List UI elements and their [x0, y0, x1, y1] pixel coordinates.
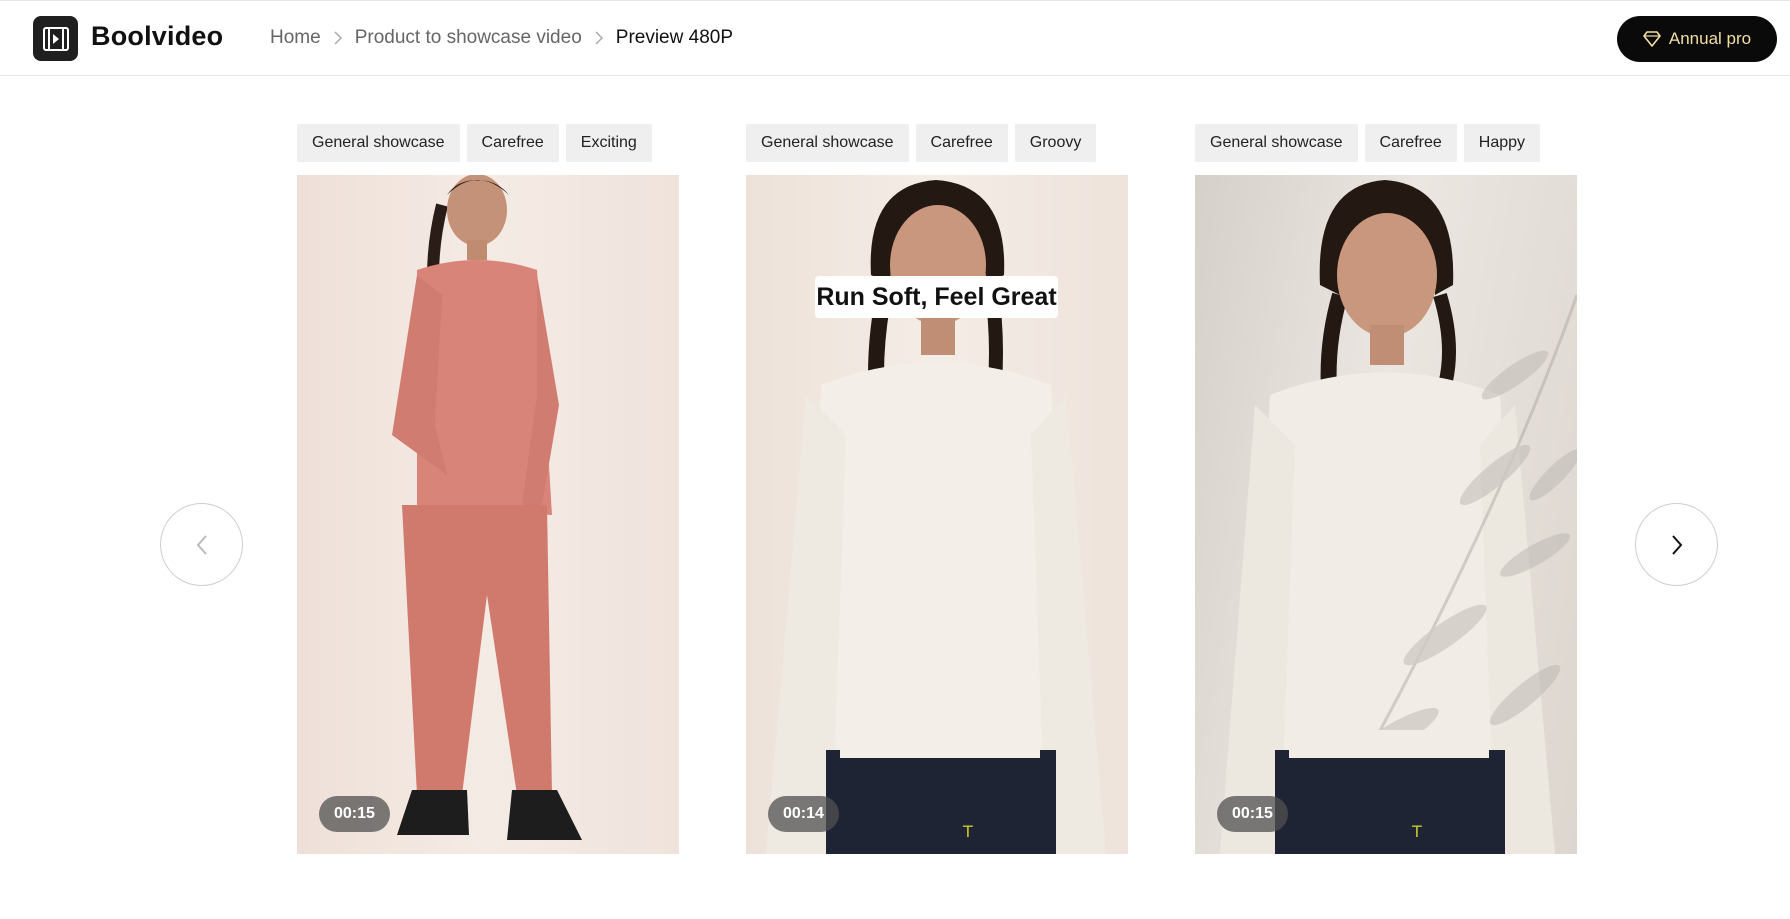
video-caption: Run Soft, Feel Great	[815, 276, 1058, 318]
tag: Carefree	[915, 124, 1008, 162]
model-figure-image: T	[1220, 180, 1577, 854]
tag: General showcase	[1195, 124, 1358, 162]
svg-text:T: T	[962, 822, 973, 841]
chevron-left-icon	[196, 534, 207, 555]
video-frame-icon	[42, 26, 69, 51]
video-preview[interactable]: T Run Soft, Feel Great 00:14	[746, 175, 1128, 854]
breadcrumb-current: Preview 480P	[615, 27, 733, 48]
tag: Carefree	[466, 124, 559, 162]
tag: Happy	[1463, 124, 1541, 162]
next-button[interactable]	[1635, 503, 1718, 586]
chevron-right-icon	[1671, 534, 1682, 555]
model-figure-image	[392, 175, 582, 840]
video-card[interactable]: General showcase Carefree Exciting 00:15	[297, 124, 679, 854]
top-bar: Boolvideo Home Product to showcase video…	[0, 0, 1790, 76]
chevron-right-icon	[594, 31, 604, 45]
tag: General showcase	[746, 124, 909, 162]
tag-list: General showcase Carefree Exciting	[297, 124, 679, 162]
tag: Exciting	[565, 124, 652, 162]
video-preview[interactable]: T 00:15	[1195, 175, 1577, 854]
video-preview[interactable]: 00:15	[297, 175, 679, 854]
duration-badge: 00:15	[1217, 796, 1288, 832]
tag: Carefree	[1364, 124, 1457, 162]
tag-list: General showcase Carefree Groovy	[746, 124, 1128, 162]
logo[interactable]	[33, 16, 78, 61]
tag: Groovy	[1014, 124, 1097, 162]
chevron-right-icon	[333, 31, 343, 45]
breadcrumb-product-to-showcase[interactable]: Product to showcase video	[355, 27, 582, 49]
breadcrumb-home[interactable]: Home	[270, 27, 321, 49]
annual-pro-button[interactable]: Annual pro	[1617, 16, 1777, 62]
prev-button[interactable]	[160, 503, 243, 586]
brand-name[interactable]: Boolvideo	[91, 21, 223, 52]
video-card[interactable]: General showcase Carefree Groovy T Run S…	[746, 124, 1128, 854]
video-card[interactable]: General showcase Carefree Happy T 00:15	[1195, 124, 1577, 854]
duration-badge: 00:15	[319, 796, 390, 832]
tag-list: General showcase Carefree Happy	[1195, 124, 1577, 162]
breadcrumb: Home Product to showcase video Preview 4…	[270, 27, 733, 49]
tag: General showcase	[297, 124, 460, 162]
annual-pro-label: Annual pro	[1668, 29, 1752, 48]
duration-badge: 00:14	[768, 796, 839, 832]
svg-text:T: T	[1411, 822, 1422, 841]
diamond-icon	[1643, 31, 1661, 47]
